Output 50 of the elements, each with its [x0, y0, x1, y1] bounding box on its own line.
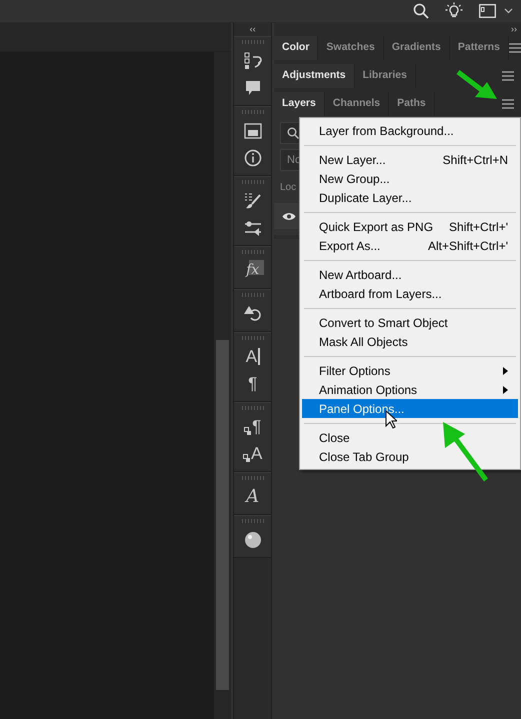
- squares-icon: [242, 454, 251, 463]
- menu-item[interactable]: New Layer... Shift+Ctrl+N: [302, 150, 518, 169]
- panel-menu-icon[interactable]: [508, 43, 521, 53]
- menu-item[interactable]: Convert to Smart Object: [302, 313, 518, 332]
- shortcut-label: Shift+Ctrl+N: [442, 152, 508, 168]
- panel-tab[interactable]: Color: [274, 36, 318, 60]
- image-icon: [244, 122, 262, 138]
- menu-item[interactable]: Mask All Objects: [302, 332, 518, 351]
- search-icon[interactable]: [413, 3, 429, 19]
- arrow-drawing: [456, 70, 498, 100]
- scrollbar-thumb[interactable]: [216, 340, 230, 690]
- collapse-button[interactable]: ‹‹: [250, 24, 256, 34]
- speech-bubble-icon: [244, 80, 261, 96]
- menu-item[interactable]: Panel Options...: [302, 399, 518, 418]
- menu-item[interactable]: Close Tab Group: [302, 447, 518, 466]
- panel-menu-icon[interactable]: [502, 71, 514, 81]
- sphere-icon: [244, 530, 262, 548]
- visibility-eye-icon[interactable]: [282, 212, 296, 220]
- menu-item[interactable]: New Artboard...: [302, 265, 518, 284]
- character-styles-button[interactable]: A: [240, 440, 266, 467]
- menu-item[interactable]: Artboard from Layers...: [302, 284, 518, 303]
- menu-item[interactable]: Layer from Background...: [302, 121, 518, 140]
- menu-item[interactable]: Duplicate Layer...: [302, 188, 518, 207]
- menu-item[interactable]: Quick Export as PNG Shift+Ctrl+': [302, 217, 518, 236]
- sliders-icon: [244, 218, 262, 236]
- shortcut-label: Alt+Shift+Ctrl+': [428, 238, 508, 254]
- panel-tab[interactable]: Adjustments: [274, 64, 355, 88]
- menu-item[interactable]: Close: [302, 428, 518, 447]
- panel-tab[interactable]: Layers: [274, 92, 325, 116]
- character-button[interactable]: A: [240, 343, 266, 370]
- history-icon: [244, 52, 262, 70]
- chevron-down-icon[interactable]: [504, 8, 513, 14]
- arrow-drawing: [441, 420, 489, 482]
- expand-button[interactable]: ››: [511, 24, 517, 34]
- paragraph-styles-button[interactable]: ¶: [240, 413, 266, 440]
- brush-icon: [244, 192, 262, 210]
- lightbulb-icon[interactable]: [445, 2, 463, 20]
- paragraph-button[interactable]: ¶: [240, 370, 266, 397]
- workspace-icon[interactable]: [479, 4, 496, 18]
- menu-item[interactable]: New Group...: [302, 169, 518, 188]
- panel-menu-icon[interactable]: [502, 99, 514, 109]
- squares-icon: [244, 427, 252, 436]
- info-icon: [244, 148, 262, 166]
- menu-item[interactable]: Animation Options: [302, 380, 518, 399]
- search-icon: [287, 127, 299, 139]
- lock-label: Loc: [280, 182, 296, 193]
- menu-item[interactable]: Filter Options: [302, 361, 518, 380]
- triangle-rotate-icon: [244, 304, 262, 322]
- menu-item[interactable]: Export As... Alt+Shift+Ctrl+': [302, 236, 518, 255]
- shortcut-label: Shift+Ctrl+': [449, 218, 508, 236]
